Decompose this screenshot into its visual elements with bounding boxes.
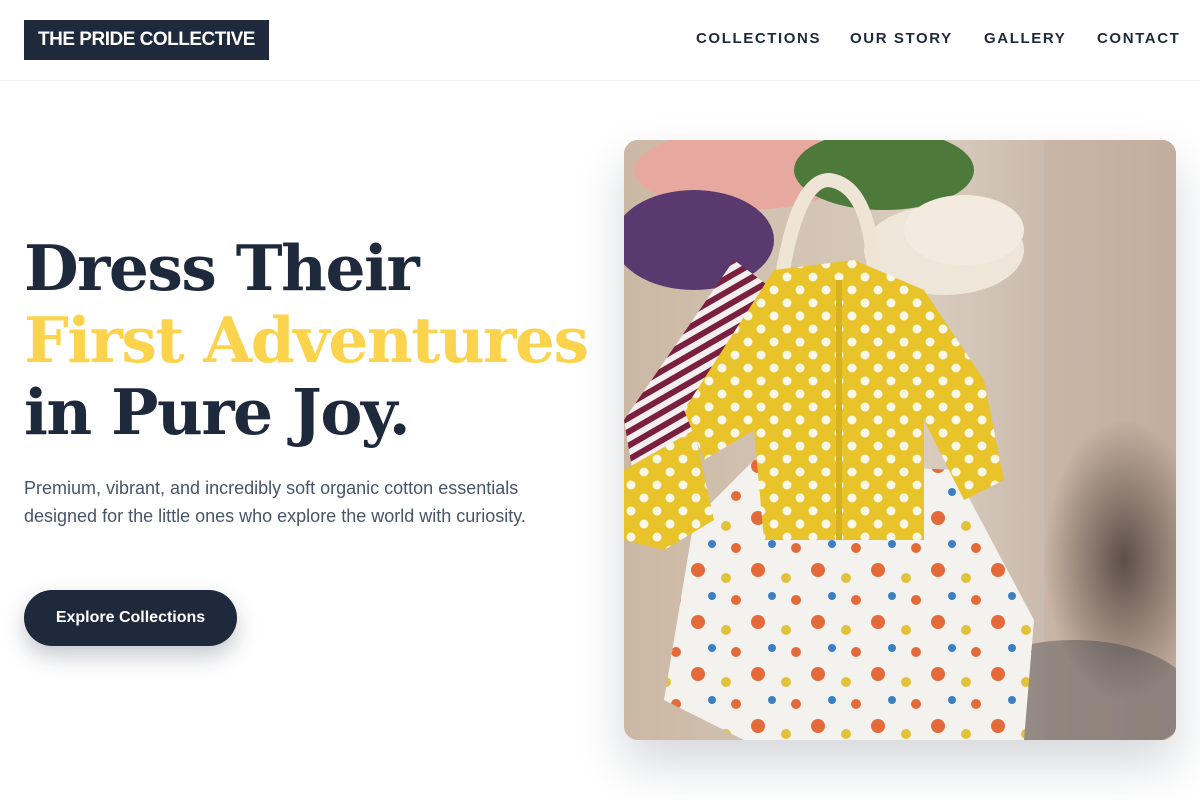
headline-line-3: in Pure Joy. (24, 375, 411, 449)
baby-clothes-illustration (624, 140, 1176, 740)
nav-link-our-story[interactable]: OUR STORY (850, 30, 953, 48)
hero-headline: Dress Their First Adventures in Pure Joy… (24, 232, 604, 448)
headline-line-2-accent: First Adventures (24, 303, 589, 377)
hero-description: Premium, vibrant, and incredibly soft or… (24, 478, 526, 526)
main-nav: COLLECTIONS OUR STORY GALLERY CONTACT (0, 0, 1200, 80)
nav-link-gallery[interactable]: GALLERY (984, 30, 1066, 48)
site-header: THE PRIDE COLLECTIVE COLLECTIONS OUR STO… (0, 0, 1200, 81)
nav-link-contact[interactable]: CONTACT (1097, 30, 1180, 48)
hero-image (624, 140, 1176, 740)
explore-collections-button[interactable]: Explore Collections (24, 590, 237, 646)
headline-line-1: Dress Their (24, 231, 420, 305)
nav-link-collections[interactable]: COLLECTIONS (696, 30, 821, 48)
